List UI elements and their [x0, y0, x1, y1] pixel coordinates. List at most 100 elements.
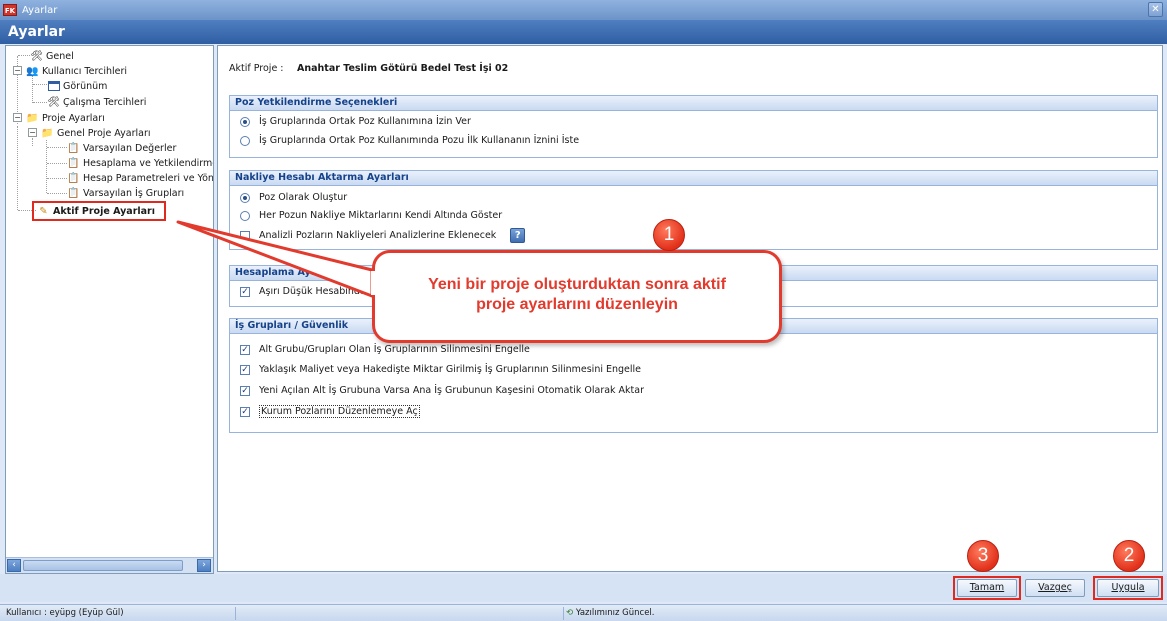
option-poz-olarak-olustur[interactable]: Poz Olarak Oluştur — [240, 192, 347, 203]
option-label: Yeni Açılan Alt İş Grubuna Varsa Ana İş … — [259, 385, 645, 396]
option-ortak-poz-izin[interactable]: İş Gruplarında Ortak Poz Kullanımına İzi… — [240, 116, 471, 127]
tree-connector — [33, 84, 47, 85]
option-label: Her Pozun Nakliye Miktarlarını Kendi Alt… — [259, 210, 503, 221]
tree-item-calisma-tercihleri[interactable]: 🛠 Çalışma Tercihleri — [47, 95, 146, 109]
tree-item-hesaplama-yetkilendirme[interactable]: 📋 Hesaplama ve Yetkilendirme — [67, 156, 214, 170]
tree-item-hesap-parametreleri[interactable]: 📋 Hesap Parametreleri ve Yönt — [67, 171, 214, 185]
folder-icon: 📁 — [26, 112, 39, 124]
radio-button[interactable] — [240, 135, 250, 146]
tree-item-label: Proje Ayarları — [42, 112, 105, 124]
tree-item-varsayilan-degerler[interactable]: 📋 Varsayılan Değerler — [67, 141, 176, 155]
tools-icon: 🛠 — [47, 96, 60, 108]
option-kase-aktar[interactable]: ✓ Yeni Açılan Alt İş Grubuna Varsa Ana İ… — [240, 385, 644, 396]
header-band: Ayarlar — [0, 20, 1167, 44]
option-label: İş Gruplarında Ortak Poz Kullanımına İzi… — [259, 116, 471, 127]
clipboard-icon: 📋 — [67, 187, 80, 199]
tools-icon: 🛠 — [30, 50, 43, 62]
option-ilk-kullanan-izni[interactable]: İş Gruplarında Ortak Poz Kullanımında Po… — [240, 135, 579, 146]
tree-item-varsayilan-is-gruplari[interactable]: 📋 Varsayılan İş Grupları — [67, 186, 184, 200]
page-title: Ayarlar — [8, 24, 65, 40]
option-kurum-pozlari[interactable]: ✓ Kurum Pozlarını Düzenlemeye Aç — [240, 405, 420, 418]
tree-item-label: Hesaplama ve Yetkilendirme — [83, 157, 214, 169]
checkbox[interactable]: ✓ — [240, 385, 250, 396]
group-title: Poz Yetkilendirme Seçenekleri — [230, 96, 1157, 111]
checkbox[interactable]: ✓ — [240, 364, 250, 375]
tree-item-proje-ayarlari[interactable]: 📁 Proje Ayarları — [26, 111, 105, 125]
radio-button[interactable] — [240, 116, 250, 127]
users-icon: 👥 — [26, 65, 39, 77]
window-title: Ayarlar — [22, 4, 58, 16]
group-poz-yetkilendirme: Poz Yetkilendirme Seçenekleri İş Gruplar… — [229, 95, 1158, 158]
tree-item-label: Varsayılan İş Grupları — [83, 187, 185, 199]
window-icon — [47, 80, 60, 92]
instruction-callout: Yeni bir proje oluşturduktan sonra aktif… — [372, 250, 782, 343]
checkbox[interactable]: ✓ — [240, 286, 250, 297]
option-nakliye-miktarlari[interactable]: Her Pozun Nakliye Miktarlarını Kendi Alt… — [240, 210, 502, 221]
horizontal-scrollbar[interactable]: ‹ › — [6, 557, 213, 573]
clipboard-icon: 📋 — [67, 172, 80, 184]
step-badge-2: 2 — [1113, 540, 1145, 572]
dialog-button-bar: Tamam Vazgeç Uygula — [0, 574, 1167, 602]
radio-button[interactable] — [240, 192, 250, 203]
callout-text: Yeni bir proje oluşturduktan sonra aktif… — [375, 275, 779, 315]
callout-joint — [371, 271, 377, 295]
settings-tree: − − − 🛠 Genel 👥 Kullanıcı Tercihleri Gör… — [5, 45, 214, 574]
scroll-right-icon[interactable]: › — [197, 559, 211, 572]
update-icon: ⟲ — [566, 608, 574, 618]
tree-item-label: Hesap Parametreleri ve Yönt — [83, 172, 214, 184]
tree-connector — [47, 193, 67, 194]
collapse-toggle[interactable]: − — [28, 128, 37, 137]
cancel-button[interactable]: Vazgeç — [1025, 579, 1085, 597]
option-analizli-pozlar[interactable]: Analizli Pozların Nakliyeleri Analizleri… — [240, 228, 526, 243]
tree-item-label: Varsayılan Değerler — [83, 142, 177, 154]
close-button[interactable]: ✕ — [1148, 2, 1163, 17]
status-spacer — [236, 607, 564, 620]
status-user: Kullanıcı : eyüpg (Eyüp Gül) — [6, 607, 236, 620]
group-nakliye-hesabi: Nakliye Hesabı Aktarma Ayarları Poz Olar… — [229, 170, 1158, 250]
active-project-value: Anahtar Teslim Götürü Bedel Test İşi 02 — [297, 63, 509, 74]
option-label: Yaklaşık Maliyet veya Hakedişte Miktar G… — [259, 364, 642, 375]
highlight-box — [32, 201, 166, 221]
tree-connector — [47, 163, 67, 164]
option-asiri-dusuk[interactable]: ✓ Aşırı Düşük Hesabında — [240, 286, 366, 297]
tree-item-label: Görünüm — [63, 80, 108, 92]
tree-item-kullanici-tercihleri[interactable]: 👥 Kullanıcı Tercihleri — [26, 64, 127, 78]
checkbox[interactable]: ✓ — [240, 344, 250, 355]
ok-button[interactable]: Tamam — [957, 579, 1017, 597]
group-title: Nakliye Hesabı Aktarma Ayarları — [230, 171, 1157, 186]
option-label: Analizli Pozların Nakliyeleri Analizleri… — [259, 230, 497, 241]
option-miktar-girilmis-engelle[interactable]: ✓ Yaklaşık Maliyet veya Hakedişte Miktar… — [240, 364, 641, 375]
tree-item-genel[interactable]: 🛠 Genel — [30, 49, 74, 63]
apply-button[interactable]: Uygula — [1097, 579, 1159, 597]
tree-item-gorunum[interactable]: Görünüm — [47, 79, 107, 93]
radio-button[interactable] — [240, 210, 250, 221]
callout-line-1: Yeni bir proje oluşturduktan sonra aktif — [428, 276, 726, 293]
tree-connector — [33, 102, 47, 103]
scroll-left-icon[interactable]: ‹ — [7, 559, 21, 572]
collapse-toggle[interactable]: − — [13, 113, 22, 122]
status-bar: Kullanıcı : eyüpg (Eyüp Gül) ⟲ Yazılımın… — [0, 604, 1167, 621]
active-project-label: Aktif Proje : — [229, 63, 284, 74]
tree-item-label: Genel Proje Ayarları — [57, 127, 151, 139]
tree-connector — [32, 76, 33, 103]
checkbox[interactable]: ✓ — [240, 406, 250, 417]
option-label: Poz Olarak Oluştur — [259, 192, 348, 203]
tree-item-label: Genel — [46, 50, 74, 62]
tree-connector — [17, 126, 18, 210]
tree-connector — [18, 55, 30, 56]
scrollbar-thumb[interactable] — [23, 560, 183, 571]
step-badge-3: 3 — [967, 540, 999, 572]
collapse-toggle[interactable]: − — [13, 66, 22, 75]
clipboard-icon: 📋 — [67, 157, 80, 169]
help-button[interactable]: ? — [510, 228, 526, 243]
title-bar: FK Ayarlar ✕ — [0, 0, 1167, 20]
tree-item-label: Çalışma Tercihleri — [63, 96, 147, 108]
tree-item-genel-proje-ayarlari[interactable]: 📁 Genel Proje Ayarları — [41, 126, 151, 140]
tree-connector — [47, 147, 67, 148]
app-logo-icon: FK — [3, 4, 17, 16]
status-update-text: Yazılımınız Güncel. — [575, 608, 655, 618]
option-alt-grubu-engelle[interactable]: ✓ Alt Grubu/Grupları Olan İş Gruplarının… — [240, 344, 530, 355]
checkbox[interactable] — [240, 230, 250, 241]
tree-item-label: Kullanıcı Tercihleri — [42, 65, 128, 77]
step-badge-1: 1 — [653, 219, 685, 251]
